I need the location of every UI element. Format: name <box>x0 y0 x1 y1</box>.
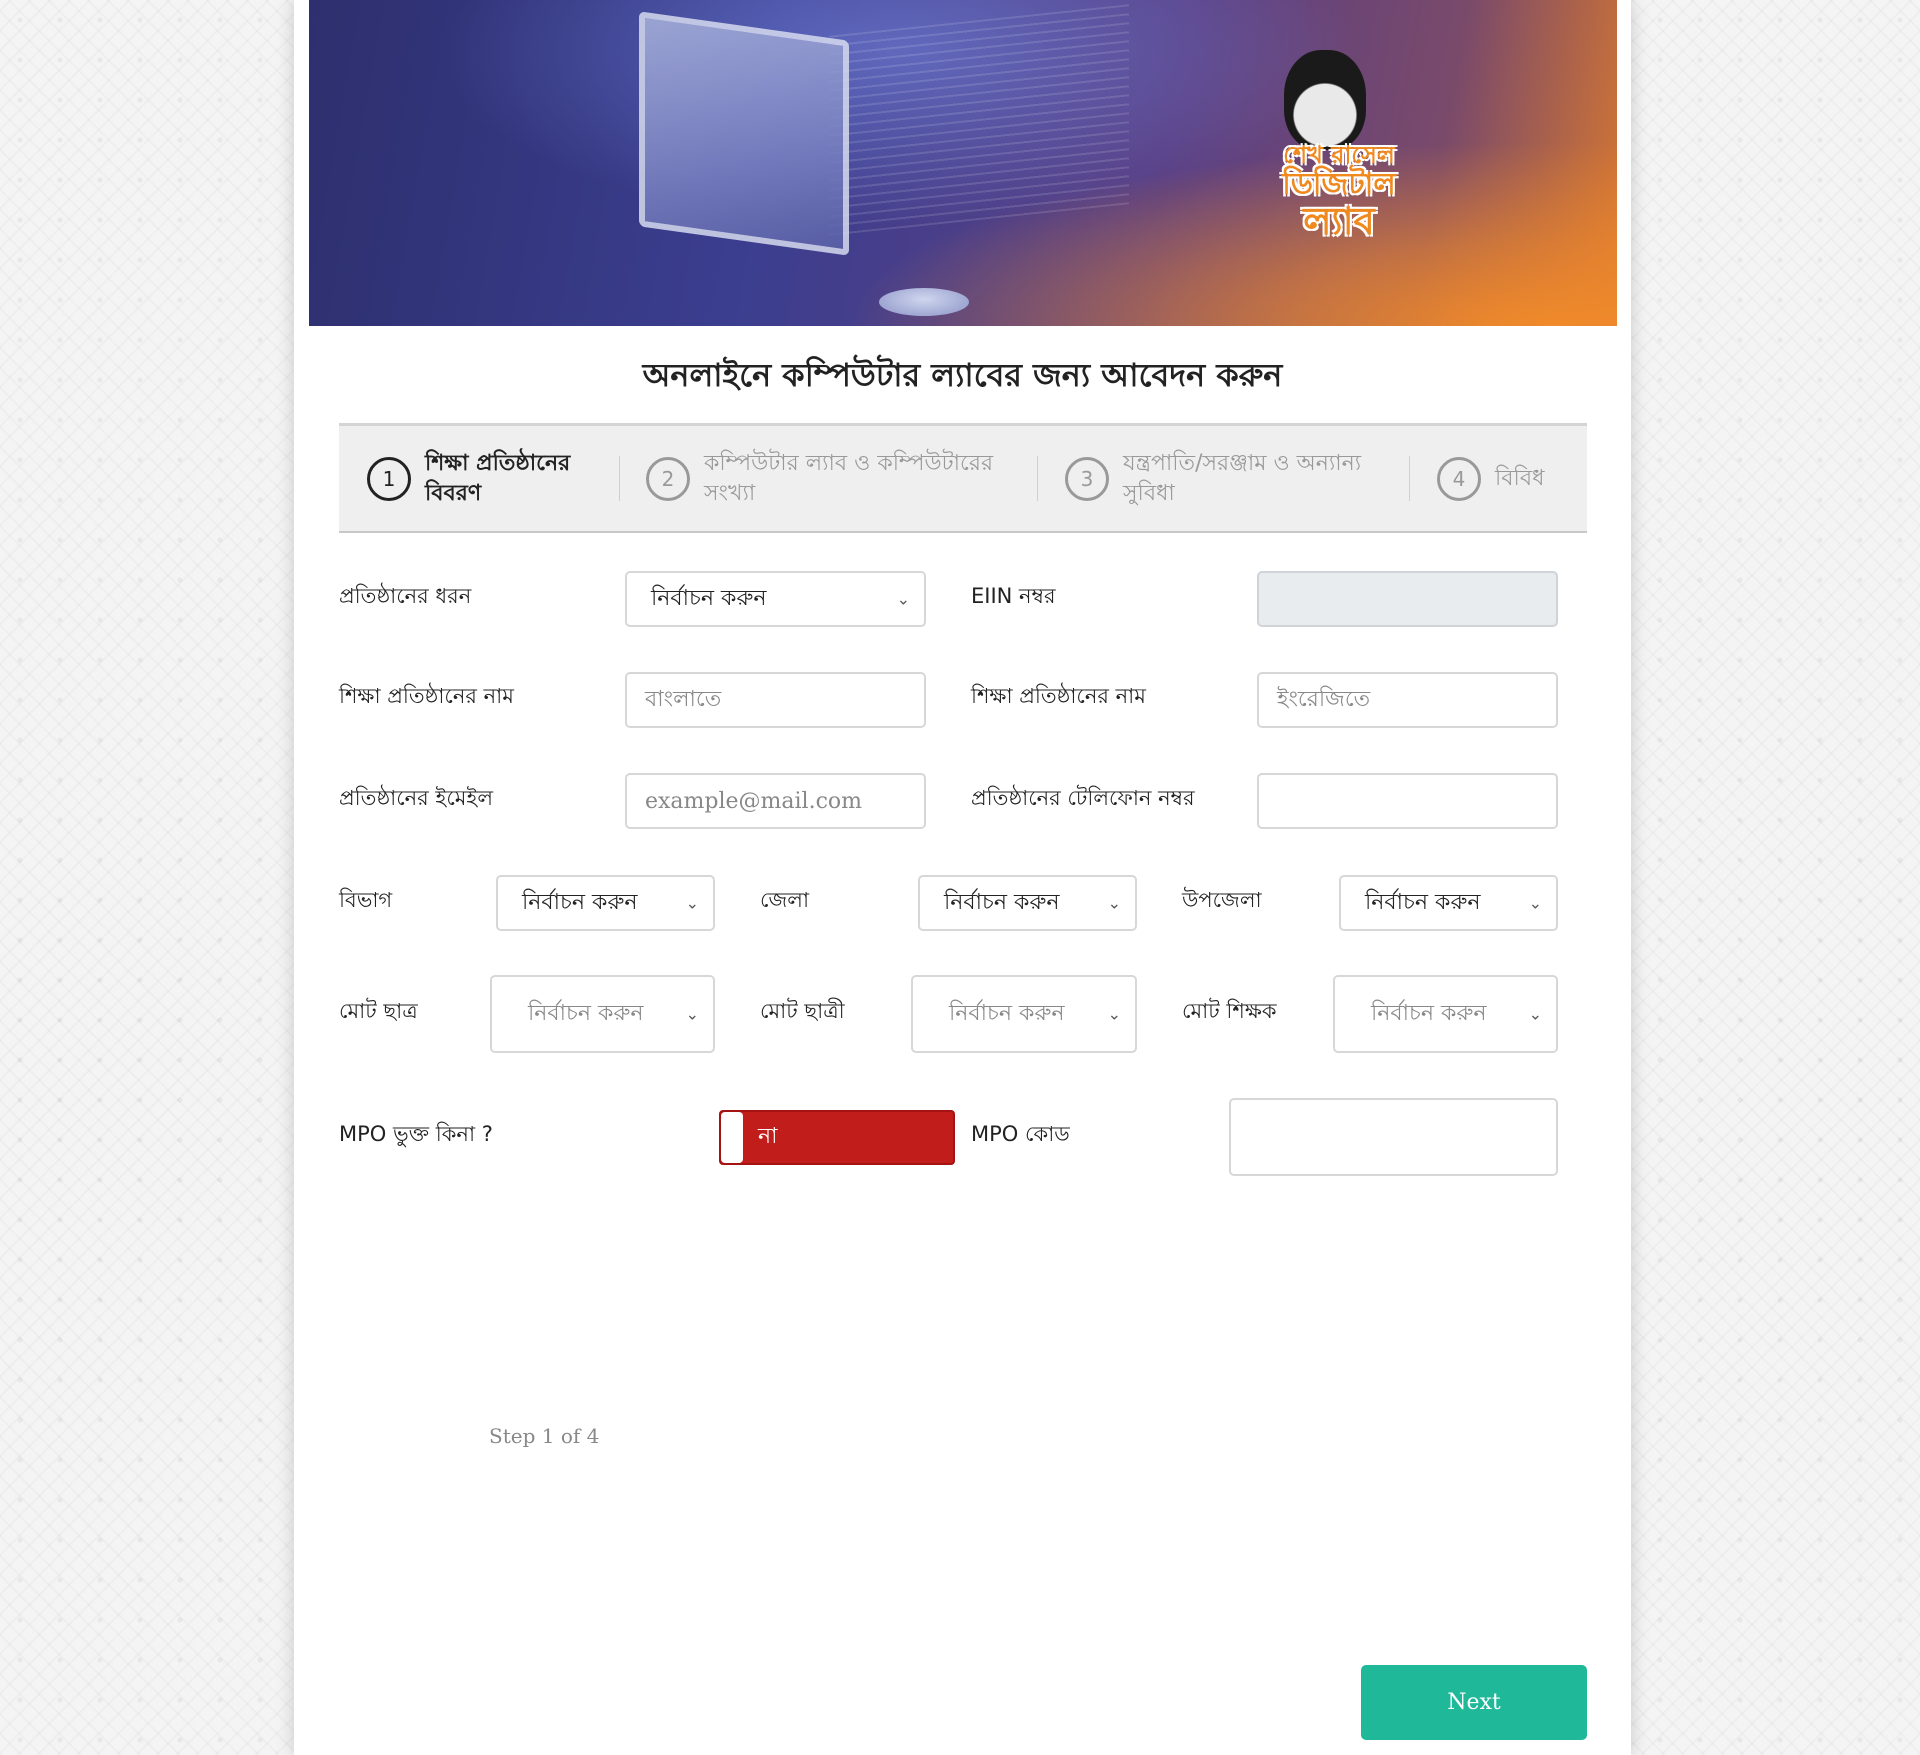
mpo-code-input[interactable] <box>1229 1098 1558 1176</box>
name-bn-label: শিক্ষা প্রতিষ্ঠানের নাম <box>339 684 514 708</box>
female-students-value: নির্বাচন করুন <box>949 1000 1065 1026</box>
email-placeholder: example@mail.com <box>645 788 863 814</box>
mouse-graphic <box>879 288 969 316</box>
step-1[interactable]: 1 শিক্ষা প্রতিষ্ঠানের বিবরণ <box>367 426 600 531</box>
institution-type-label: প্রতিষ্ঠানের ধরন <box>339 584 472 608</box>
step-divider <box>1409 456 1410 501</box>
step-1-label: শিক্ষা প্রতিষ্ঠানের বিবরণ <box>425 450 571 506</box>
next-button[interactable]: Next <box>1361 1665 1587 1740</box>
logo-portrait <box>1284 50 1366 150</box>
email-label: প্রতিষ্ঠানের ইমেইল <box>339 786 494 810</box>
district-label: জেলা <box>760 888 810 912</box>
step-2-label: কম্পিউটার ল্যাব ও কম্পিউটারের সংখ্যা <box>704 450 994 506</box>
name-bn-placeholder: বাংলাতে <box>645 686 722 712</box>
teachers-value: নির্বাচন করুন <box>1371 1000 1487 1026</box>
page-title: অনলাইনে কম্পিউটার ল্যাবের জন্য আবেদন করু… <box>642 356 1283 394</box>
stepper: 1 শিক্ষা প্রতিষ্ঠানের বিবরণ 2 কম্পিউটার … <box>339 423 1587 533</box>
chevron-down-icon: ⌄ <box>1528 1004 1542 1024</box>
chevron-down-icon: ⌄ <box>1107 1004 1121 1024</box>
header-banner: শেখ রাসেল ডিজিটাল ল্যাব <box>309 0 1617 326</box>
step-4-label: বিবিধ <box>1495 465 1545 491</box>
monitor-graphic <box>639 11 849 256</box>
upazila-select[interactable]: নির্বাচন করুন ⌄ <box>1339 875 1558 931</box>
application-page: শেখ রাসেল ডিজিটাল ল্যাব অনলাইনে কম্পিউটা… <box>294 0 1631 1755</box>
step-counter: Step 1 of 4 <box>489 1424 600 1448</box>
name-bn-input[interactable]: বাংলাতে <box>625 672 926 728</box>
female-students-label: মোট ছাত্রী <box>760 999 845 1023</box>
district-select[interactable]: নির্বাচন করুন ⌄ <box>918 875 1137 931</box>
mpo-code-label: MPO কোড <box>971 1122 1070 1146</box>
step-4-number: 4 <box>1437 456 1481 501</box>
division-label: বিভাগ <box>339 888 393 912</box>
name-en-input[interactable]: ইংরেজিতে <box>1257 672 1558 728</box>
code-screen-graphic <box>829 4 1129 236</box>
phone-input[interactable] <box>1257 773 1558 829</box>
logo-line1: শেখ রাসেল <box>1283 141 1395 169</box>
step-3-label: যন্ত্রপাতি/সরঞ্জাম ও অন্যান্য সুবিধা <box>1123 450 1362 506</box>
logo-line3: ল্যাব <box>1303 199 1375 243</box>
step-3[interactable]: 3 যন্ত্রপাতি/সরঞ্জাম ও অন্যান্য সুবিধা <box>1065 426 1413 531</box>
mpo-included-label: MPO ভুক্ত কিনা ? <box>339 1122 493 1146</box>
step-2-number: 2 <box>646 456 690 501</box>
chevron-down-icon: ⌄ <box>896 589 910 609</box>
sheikh-russel-digital-lab-logo: শেখ রাসেল ডিজিটাল ল্যাব <box>1274 50 1404 260</box>
upazila-value: নির্বাচন করুন <box>1365 889 1481 915</box>
male-students-select[interactable]: নির্বাচন করুন ⌄ <box>490 975 715 1053</box>
mpo-toggle-text: না <box>758 1124 778 1149</box>
institution-type-select[interactable]: নির্বাচন করুন ⌄ <box>625 571 926 627</box>
female-students-select[interactable]: নির্বাচন করুন ⌄ <box>911 975 1137 1053</box>
mpo-toggle[interactable]: না <box>719 1110 955 1165</box>
district-value: নির্বাচন করুন <box>944 889 1060 915</box>
eiin-label: EIIN নম্বর <box>971 584 1056 608</box>
division-select[interactable]: নির্বাচন করুন ⌄ <box>496 875 715 931</box>
upazila-label: উপজেলা <box>1182 888 1262 912</box>
division-value: নির্বাচন করুন <box>522 889 638 915</box>
logo-line2: ডিজিটাল <box>1282 167 1396 202</box>
step-2[interactable]: 2 কম্পিউটার ল্যাব ও কম্পিউটারের সংখ্যা <box>646 426 1034 531</box>
name-en-label: শিক্ষা প্রতিষ্ঠানের নাম <box>971 684 1146 708</box>
step-divider <box>619 456 620 501</box>
step-1-number: 1 <box>367 456 411 501</box>
chevron-down-icon: ⌄ <box>685 893 699 913</box>
name-en-placeholder: ইংরেজিতে <box>1277 686 1371 712</box>
teachers-label: মোট শিক্ষক <box>1182 999 1277 1023</box>
male-students-value: নির্বাচন করুন <box>528 1000 644 1026</box>
step-4[interactable]: 4 বিবিধ <box>1437 426 1544 531</box>
institution-type-value: নির্বাচন করুন <box>651 585 767 611</box>
teachers-select[interactable]: নির্বাচন করুন ⌄ <box>1333 975 1558 1053</box>
phone-label: প্রতিষ্ঠানের টেলিফোন নম্বর <box>971 786 1195 810</box>
chevron-down-icon: ⌄ <box>1107 893 1121 913</box>
step-divider <box>1037 456 1038 501</box>
chevron-down-icon: ⌄ <box>685 1004 699 1024</box>
toggle-knob <box>721 1112 743 1163</box>
email-input[interactable]: example@mail.com <box>625 773 926 829</box>
step-3-number: 3 <box>1065 456 1109 501</box>
eiin-input[interactable] <box>1257 571 1558 627</box>
chevron-down-icon: ⌄ <box>1528 893 1542 913</box>
male-students-label: মোট ছাত্র <box>339 999 418 1023</box>
